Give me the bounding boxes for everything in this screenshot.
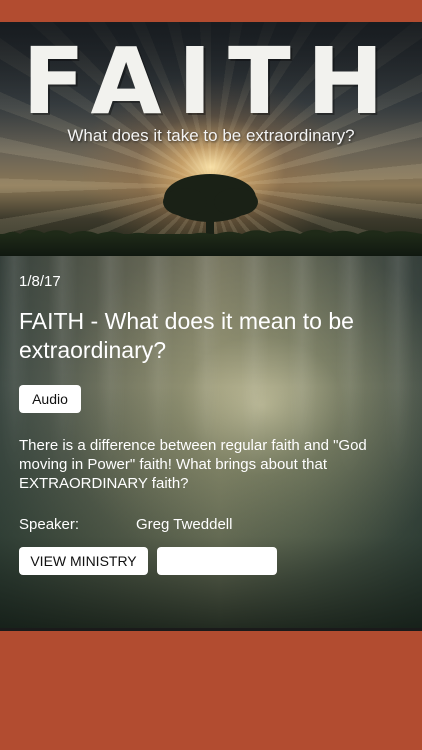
bottom-bar <box>0 631 422 750</box>
hero-subtitle: What does it take to be extraordinary? <box>67 126 355 145</box>
hero-banner: FAITH What does it take to be extraordin… <box>0 22 422 256</box>
secondary-button[interactable] <box>157 547 277 575</box>
hero-title: FAITH <box>22 28 400 135</box>
sermon-title: FAITH - What does it mean to be extraord… <box>19 308 354 363</box>
sermon-detail: 1/8/17 FAITH - What does it mean to be e… <box>0 256 422 630</box>
sermon-description: There is a difference between regular fa… <box>19 437 367 492</box>
audio-button[interactable]: Audio <box>19 385 81 413</box>
top-bar <box>0 0 422 22</box>
sermon-date: 1/8/17 <box>19 273 61 290</box>
treeline <box>0 234 422 256</box>
speaker-label: Speaker: <box>19 516 80 533</box>
view-ministry-button[interactable]: VIEW MINISTRY <box>19 547 148 575</box>
speaker-name: Greg Tweddell <box>136 516 233 533</box>
